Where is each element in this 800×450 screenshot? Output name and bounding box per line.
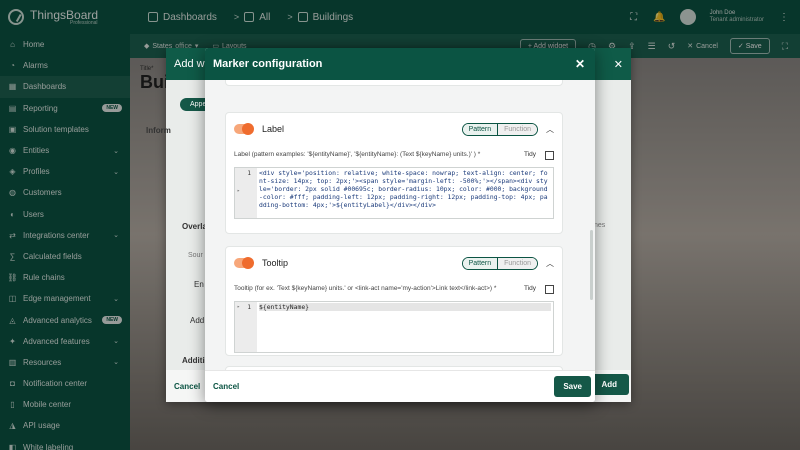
- line-number: 1: [247, 304, 251, 311]
- marker-dialog-body: Label Pattern Function ︿ Label (pattern …: [205, 80, 595, 370]
- label-tidy-button[interactable]: Tidy: [524, 151, 536, 158]
- editor-gutter: 1 ▸: [235, 168, 257, 218]
- tooltip-title: Tooltip: [262, 258, 289, 268]
- label-title: Label: [262, 124, 285, 134]
- add-widget-cancel-button[interactable]: Cancel: [174, 382, 200, 391]
- tooltip-card: Tooltip Pattern Function ︿ Tooltip (for …: [225, 246, 563, 356]
- line-number: 1: [247, 170, 251, 177]
- marker-dialog-title: Marker configuration: [213, 58, 323, 70]
- overlay-section-title: Overla: [182, 222, 207, 231]
- nes-label: nes: [594, 222, 606, 229]
- fold-icon[interactable]: ▸: [237, 304, 240, 310]
- cancel-button[interactable]: Cancel: [213, 382, 239, 391]
- chevron-up-icon[interactable]: ︿: [546, 124, 554, 135]
- tooltip-code: ${entityName}: [259, 303, 551, 311]
- close-icon[interactable]: ✕: [614, 58, 623, 71]
- toggle-check-icon: [242, 123, 254, 135]
- label-hint: Label (pattern examples: '${entityName}'…: [234, 151, 481, 158]
- save-button[interactable]: Save: [554, 376, 591, 397]
- add-source-button[interactable]: Add: [190, 316, 204, 325]
- marker-dialog-footer: Cancel Save: [205, 370, 595, 402]
- label-code-editor[interactable]: 1 ▸ <div style='position: relative; whit…: [234, 167, 554, 219]
- tooltip-toggle[interactable]: [234, 257, 254, 269]
- previous-card: [225, 80, 563, 86]
- label-card: Label Pattern Function ︿ Label (pattern …: [225, 112, 563, 234]
- add-widget-dialog-title: Add w: [174, 58, 205, 70]
- label-code: <div style='position: relative; white-sp…: [259, 169, 548, 209]
- close-icon[interactable]: ✕: [575, 57, 585, 71]
- label-toggle[interactable]: [234, 123, 254, 135]
- marker-dialog-header: Marker configuration ✕: [205, 48, 595, 80]
- additional-section-title: Additi: [182, 356, 205, 365]
- label-mode-toggle: Pattern Function: [461, 122, 538, 136]
- fullscreen-icon[interactable]: [545, 285, 554, 294]
- chevron-up-icon[interactable]: ︿: [546, 258, 554, 269]
- label-row-header: Label Pattern Function ︿: [234, 121, 554, 137]
- toggle-check-icon: [242, 257, 254, 269]
- fold-icon[interactable]: ▸: [237, 188, 240, 194]
- tooltip-code-editor[interactable]: ▸ 1 ${entityName}: [234, 301, 554, 353]
- tooltip-function-option[interactable]: Function: [498, 257, 537, 269]
- scrollbar[interactable]: [590, 230, 593, 300]
- label-function-option[interactable]: Function: [498, 123, 537, 135]
- information-section-title: Inform: [146, 126, 171, 135]
- editor-gutter: ▸ 1: [235, 302, 257, 352]
- marker-configuration-dialog: Marker configuration ✕ Label Pattern Fun…: [205, 48, 595, 402]
- entity-label: En: [194, 280, 204, 289]
- source-label: Sour: [188, 252, 203, 259]
- label-pattern-option[interactable]: Pattern: [462, 123, 499, 135]
- tooltip-mode-toggle: Pattern Function: [461, 256, 538, 270]
- tooltip-tidy-button[interactable]: Tidy: [524, 285, 536, 292]
- add-widget-add-button[interactable]: Add: [589, 374, 629, 395]
- tooltip-pattern-option[interactable]: Pattern: [462, 257, 499, 269]
- tooltip-hint: Tooltip (for ex. 'Text ${keyName} units.…: [234, 285, 497, 292]
- fullscreen-icon[interactable]: [545, 151, 554, 160]
- tooltip-row-header: Tooltip Pattern Function ︿: [234, 255, 554, 271]
